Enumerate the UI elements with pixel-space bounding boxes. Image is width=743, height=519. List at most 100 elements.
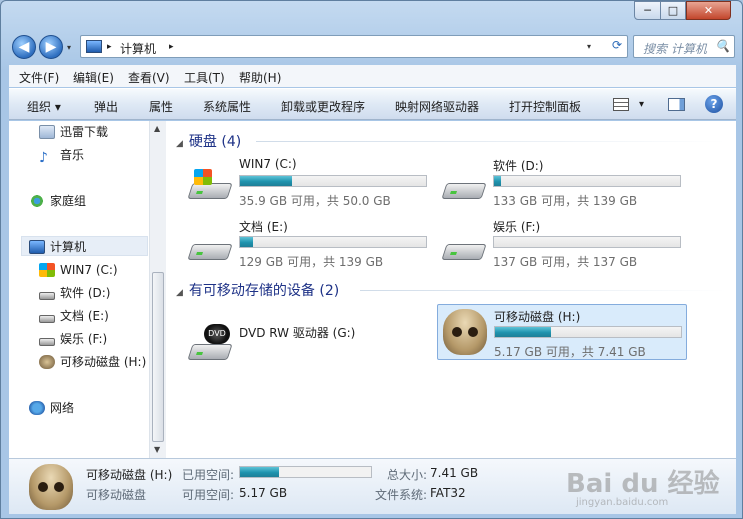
help-icon[interactable]: ? [705, 95, 723, 113]
drive-usage-fill [494, 176, 502, 186]
properties-button[interactable]: 属性 [149, 98, 173, 115]
homegroup-icon [29, 194, 45, 208]
uninstall-button[interactable]: 卸载或更改程序 [281, 98, 365, 115]
skull-drive-icon [443, 309, 487, 355]
drive-usage-bar [493, 236, 681, 248]
drive-usage-fill [495, 327, 551, 337]
breadcrumb-separator[interactable]: ▸ [169, 42, 174, 52]
drive-usage-bar [493, 175, 681, 187]
menu-help[interactable]: 帮助(H) [239, 69, 281, 86]
drive-tile-e[interactable]: 文档 (E:) 129 GB 可用，共 139 GB [186, 218, 436, 274]
sidebar-item-drive-h[interactable]: 可移动磁盘 (H:) [39, 352, 146, 372]
sidebar-item-homegroup[interactable]: 家庭组 [29, 191, 86, 211]
drive-space-info: 35.9 GB 可用，共 50.0 GB [239, 194, 391, 208]
group-divider [256, 141, 726, 142]
scroll-up-arrow[interactable]: ▲ [154, 124, 160, 133]
sidebar-item-label: WIN7 (C:) [60, 263, 118, 277]
sidebar-item-drive-d[interactable]: 软件 (D:) [39, 283, 110, 303]
hard-drive-icon [186, 228, 234, 262]
preview-pane-icon[interactable] [668, 98, 685, 111]
sidebar-item-label: 迅雷下载 [60, 125, 109, 139]
drive-usage-bar [494, 326, 682, 338]
drive-tile-g[interactable]: DVD DVD RW 驱动器 (G:) [186, 314, 436, 370]
sidebar-item-drive-e[interactable]: 文档 (E:) [39, 306, 109, 326]
watermark-text: Bai du 经验 [566, 469, 720, 499]
sidebar-item-computer[interactable]: 计算机 [21, 236, 148, 256]
details-total-label: 总大小: [387, 468, 428, 482]
drive-name: 文档 (E:) [239, 220, 288, 234]
drive-name: WIN7 (C:) [239, 157, 297, 171]
scroll-down-arrow[interactable]: ▼ [154, 445, 160, 454]
forward-button[interactable]: ▶ [39, 35, 63, 59]
drive-tile-c[interactable]: WIN7 (C:) 35.9 GB 可用，共 50.0 GB [186, 157, 436, 213]
minimize-button[interactable]: ─ [634, 1, 661, 20]
menu-file[interactable]: 文件(F) [19, 69, 59, 86]
view-icon[interactable] [613, 98, 629, 111]
details-drive-type: 可移动磁盘 [86, 488, 147, 502]
details-free-label: 可用空间: [182, 488, 235, 502]
search-input[interactable]: 搜索 计算机 🔍 [633, 35, 735, 58]
details-filesystem-value: FAT32 [430, 486, 466, 500]
watermark-url: jingyan.baidu.com [576, 497, 669, 508]
hard-drive-icon [39, 315, 55, 323]
system-properties-button[interactable]: 系统属性 [203, 98, 251, 115]
recent-pages-button[interactable]: ▾ [67, 43, 71, 52]
details-free-value: 5.17 GB [239, 486, 288, 500]
organize-button[interactable]: 组织 ▾ [27, 98, 61, 115]
sidebar-item-xunlei[interactable]: 迅雷下载 [39, 122, 108, 142]
drive-name: DVD RW 驱动器 (G:) [239, 326, 356, 340]
group-header-removable[interactable]: ◢ 有可移动存储的设备 (2) [176, 280, 339, 300]
drive-usage-fill [240, 176, 293, 186]
content-pane: ◢ 硬盘 (4) WIN7 (C:) 35.9 GB 可用，共 50.0 GB 软… [166, 121, 736, 458]
drive-space-info: 133 GB 可用，共 139 GB [493, 194, 638, 208]
breadcrumb-separator[interactable]: ▸ [107, 42, 112, 52]
breadcrumb-computer[interactable]: 计算机 [120, 40, 156, 57]
group-title: 硬盘 (4) [188, 134, 242, 150]
address-bar[interactable]: ▸ 计算机 ▸ ▾ ⟳ [80, 35, 628, 58]
drive-tile-d[interactable]: 软件 (D:) 133 GB 可用，共 139 GB [440, 157, 690, 213]
sidebar-item-drive-c[interactable]: WIN7 (C:) [39, 260, 118, 280]
scrollbar-thumb[interactable] [152, 272, 164, 442]
eject-button[interactable]: 弹出 [94, 98, 118, 115]
map-network-drive-button[interactable]: 映射网络驱动器 [395, 98, 479, 115]
sidebar-item-label: 音乐 [60, 148, 85, 162]
menu-view[interactable]: 查看(V) [128, 69, 170, 86]
sidebar-item-music[interactable]: ♪ 音乐 [39, 145, 84, 165]
hard-drive-icon [440, 228, 488, 262]
maximize-button[interactable]: □ [660, 1, 686, 20]
address-dropdown-button[interactable]: ▾ [587, 42, 591, 51]
hard-drive-icon [39, 338, 55, 346]
collapse-icon: ◢ [176, 139, 183, 149]
group-divider [360, 290, 726, 291]
group-title: 有可移动存储的设备 (2) [188, 283, 340, 299]
downloads-icon [39, 125, 55, 139]
drive-tile-f[interactable]: 娱乐 (F:) 137 GB 可用，共 137 GB [440, 218, 690, 274]
details-usage-fill [240, 467, 280, 477]
drive-name: 软件 (D:) [493, 159, 544, 173]
sidebar-item-label: 软件 (D:) [60, 286, 111, 300]
details-drive-name: 可移动磁盘 (H:) [86, 468, 173, 482]
view-dropdown-button[interactable]: ▾ [639, 99, 644, 110]
menu-bar: 文件(F) 编辑(E) 查看(V) 工具(T) 帮助(H) [9, 65, 736, 87]
drive-name: 娱乐 (F:) [493, 220, 541, 234]
back-button[interactable]: ◀ [12, 35, 36, 59]
hard-drive-icon [39, 292, 55, 300]
drive-usage-fill [240, 237, 254, 247]
drive-space-info: 129 GB 可用，共 139 GB [239, 255, 384, 269]
sidebar-item-drive-f[interactable]: 娱乐 (F:) [39, 329, 107, 349]
skull-drive-icon [29, 464, 73, 510]
sidebar-item-network[interactable]: 网络 [29, 398, 74, 418]
collapse-icon: ◢ [176, 288, 183, 298]
drive-tile-h[interactable]: 可移动磁盘 (H:) 5.17 GB 可用，共 7.41 GB [437, 304, 687, 360]
sidebar-item-label: 网络 [50, 401, 75, 415]
menu-edit[interactable]: 编辑(E) [73, 69, 114, 86]
open-control-panel-button[interactable]: 打开控制面板 [509, 98, 581, 115]
navigation-scrollbar[interactable]: ▲ ▼ [149, 121, 166, 458]
search-icon[interactable]: 🔍 [715, 39, 730, 53]
menu-tools[interactable]: 工具(T) [184, 69, 225, 86]
refresh-icon[interactable]: ⟳ [607, 38, 627, 55]
close-button[interactable]: ✕ [686, 1, 731, 20]
group-header-hard-disks[interactable]: ◢ 硬盘 (4) [176, 131, 241, 151]
music-icon: ♪ [39, 150, 48, 166]
drive-name: 可移动磁盘 (H:) [494, 310, 581, 324]
